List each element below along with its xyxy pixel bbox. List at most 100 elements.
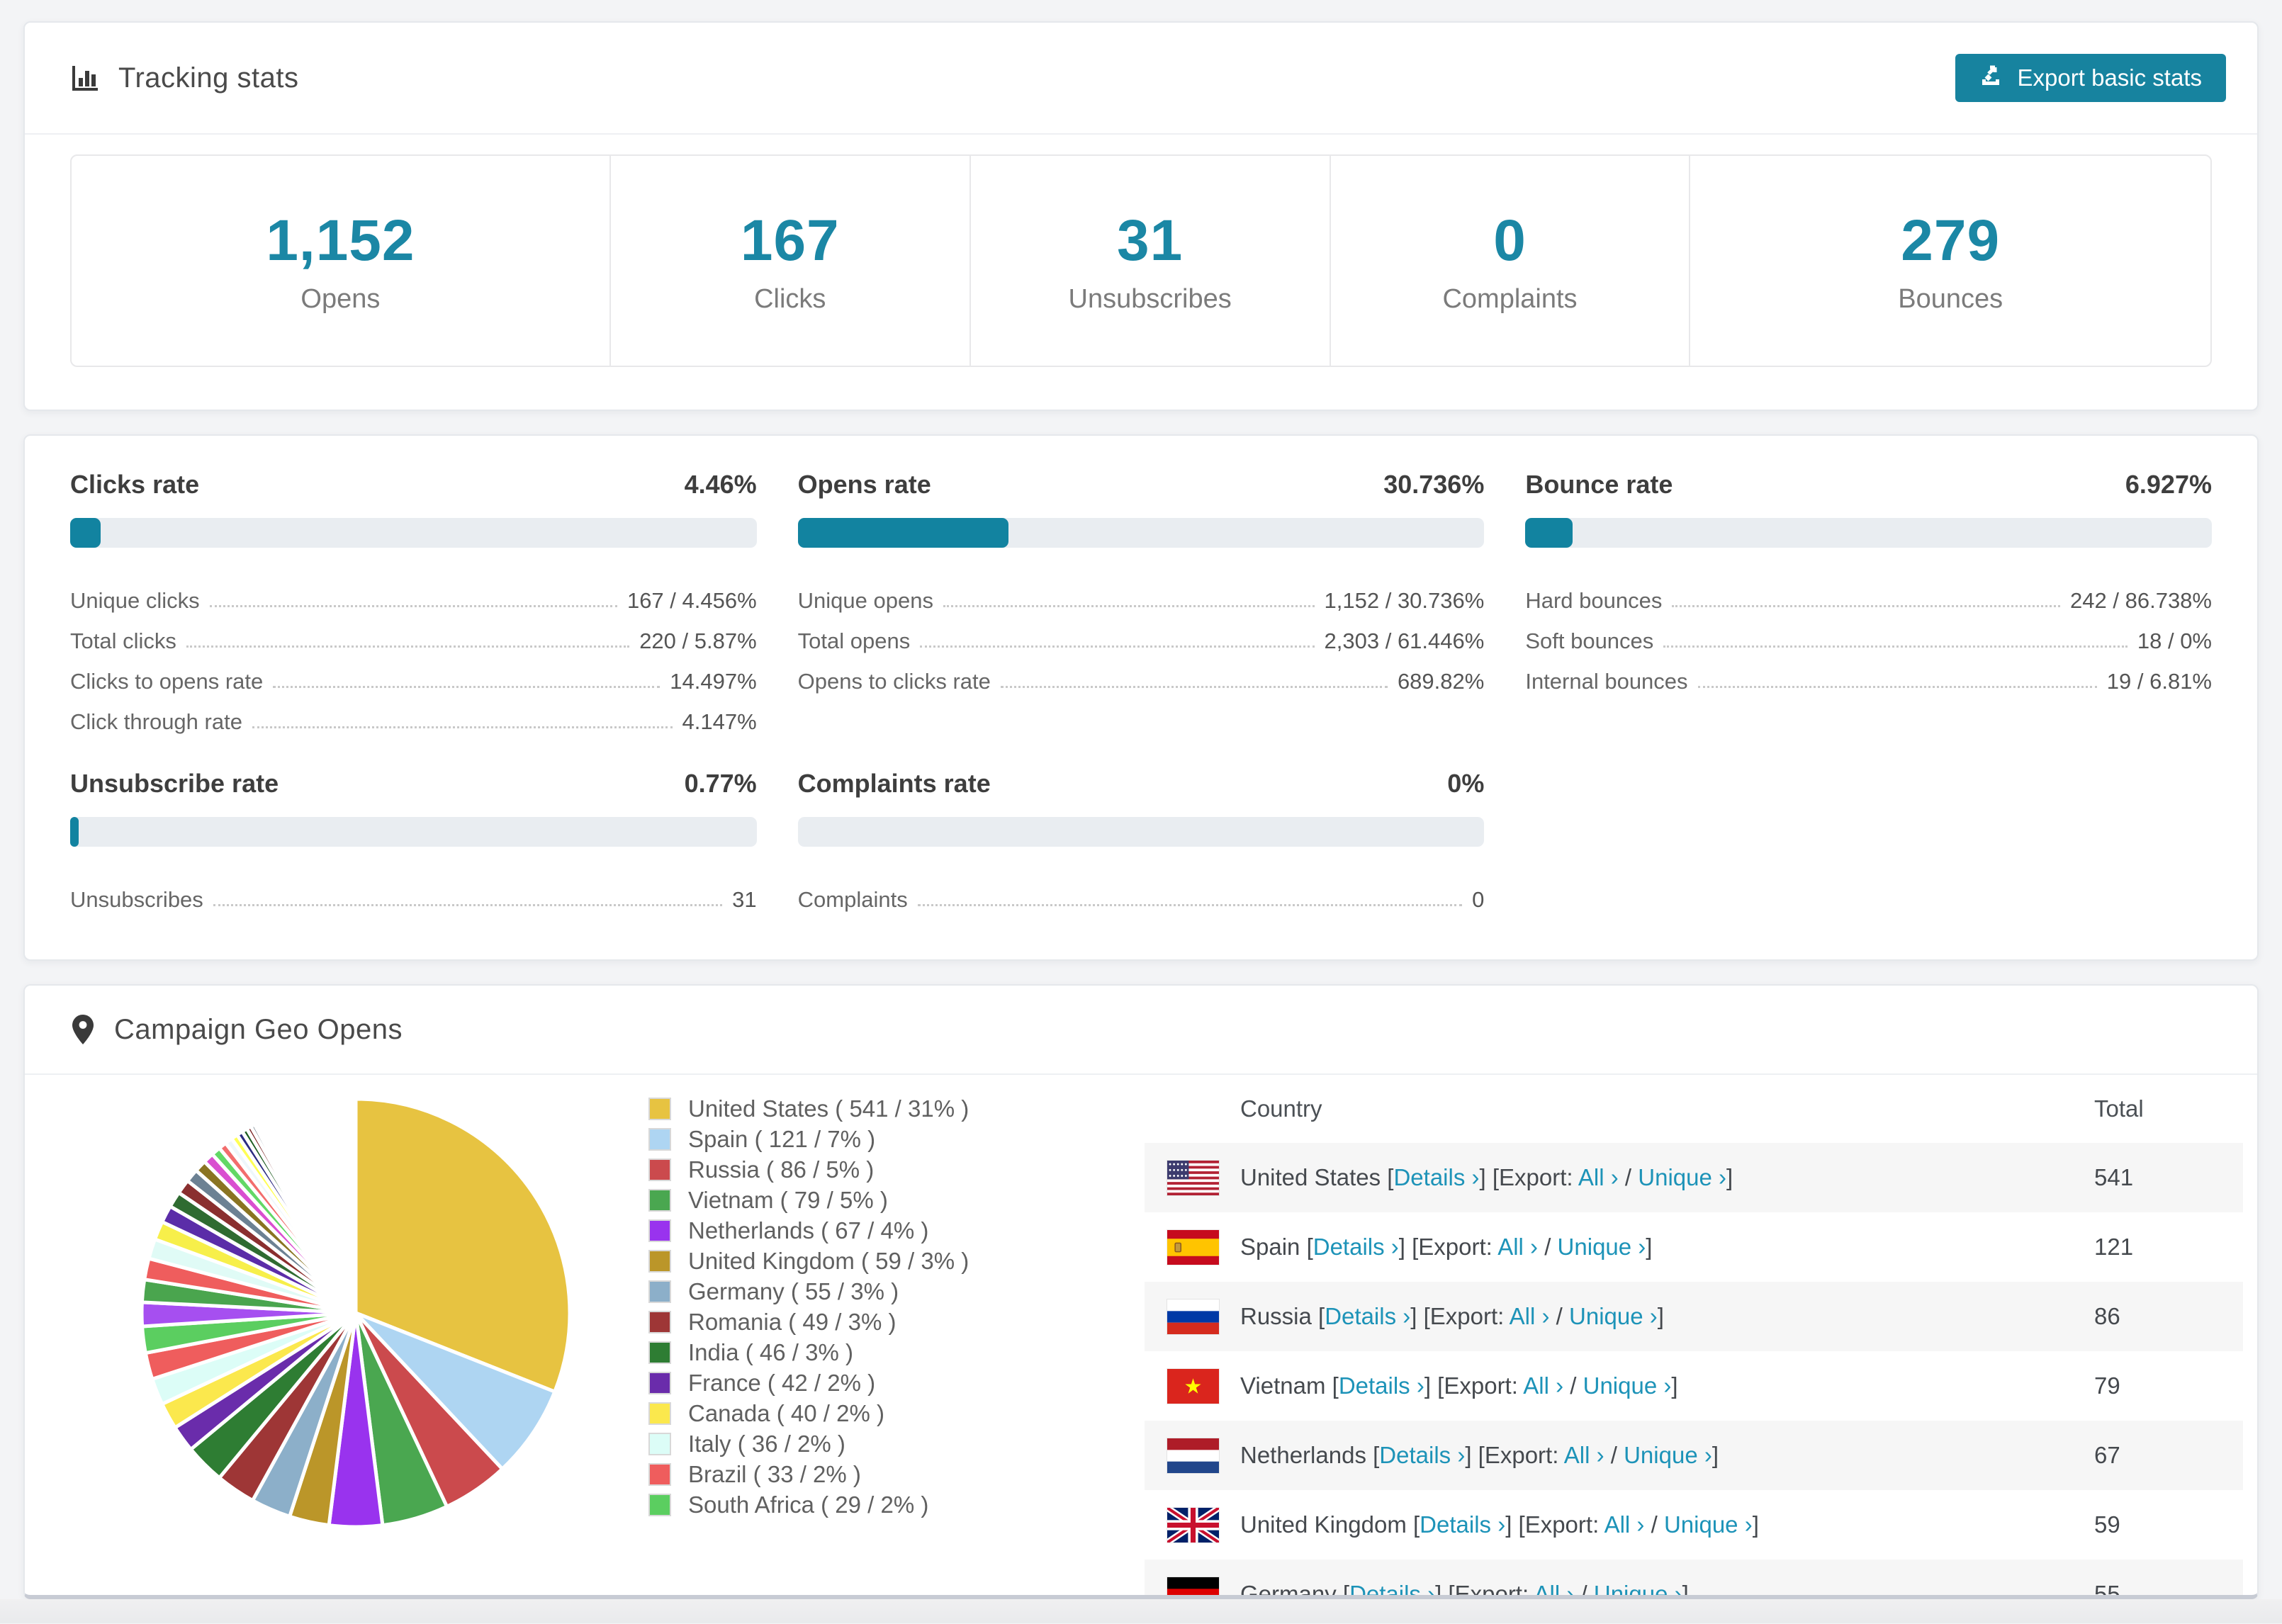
total-cell: 55	[2094, 1581, 2120, 1599]
rate-detail-value: 689.82%	[1397, 669, 1485, 694]
legend-item: Brazil ( 33 / 2% )	[648, 1459, 1145, 1489]
export-basic-stats-button[interactable]: Export basic stats	[1955, 54, 2226, 102]
legend-swatch	[648, 1127, 671, 1151]
rates-card: Clicks rate 4.46% Unique clicks 167 / 4.456…	[23, 434, 2259, 961]
rate-detail-row: Internal bounces 19 / 6.81%	[1525, 654, 2212, 694]
dotted-leader	[917, 904, 1463, 906]
rate-progress-bar	[797, 518, 1485, 548]
rate-panel-clicks-rate: Clicks rate 4.46% Unique clicks 167 / 4.456…	[70, 470, 757, 735]
dotted-leader	[943, 605, 1315, 607]
rate-detail-row: Unique opens 1,152 / 30.736%	[798, 573, 1485, 614]
details-link[interactable]: Details ›	[1393, 1164, 1479, 1190]
stat-bounces: 279 Bounces	[1689, 156, 2210, 366]
rate-detail-value: 0	[1472, 887, 1485, 912]
stat-value: 31	[1117, 208, 1184, 273]
legend-label: Netherlands ( 67 / 4% )	[688, 1217, 929, 1244]
rate-detail-row: Complaints 0	[798, 872, 1485, 913]
stat-clicks: 167 Clicks	[609, 156, 969, 366]
legend-label: United States ( 541 / 31% )	[688, 1095, 969, 1122]
rate-detail-label: Clicks to opens rate	[70, 669, 264, 694]
export-all-link[interactable]: All ›	[1523, 1372, 1563, 1399]
flag-nl-icon	[1167, 1438, 1219, 1473]
details-link[interactable]: Details ›	[1325, 1303, 1410, 1329]
rate-title: Unsubscribe rate	[70, 769, 279, 798]
legend-swatch	[648, 1280, 671, 1303]
rate-detail-label: Unsubscribes	[70, 887, 203, 912]
rate-detail-value: 2,303 / 61.446%	[1324, 628, 1485, 653]
map-pin-icon	[70, 1013, 96, 1046]
geo-table-row-ru: Russia [Details ›] [Export: All › / Uniq…	[1145, 1282, 2243, 1351]
legend-item: Spain ( 121 / 7% )	[648, 1124, 1145, 1154]
export-all-link[interactable]: All ›	[1497, 1234, 1538, 1260]
export-all-link[interactable]: All ›	[1604, 1511, 1645, 1538]
rate-detail-row: Total opens 2,303 / 61.446%	[798, 614, 1485, 654]
rate-detail-label: Internal bounces	[1525, 669, 1688, 694]
rate-progress-bar	[1525, 518, 2212, 548]
export-unique-link[interactable]: Unique ›	[1558, 1234, 1646, 1260]
export-all-link[interactable]: All ›	[1564, 1442, 1604, 1468]
country-cell: United Kingdom [Details ›] [Export: All …	[1240, 1511, 1759, 1538]
total-cell: 121	[2094, 1234, 2134, 1260]
legend-label: India ( 46 / 3% )	[688, 1338, 853, 1365]
dotted-leader	[1000, 686, 1388, 688]
page-title: Tracking stats	[118, 62, 299, 94]
rate-panel-opens-rate: Opens rate 30.736% Unique opens 1,152 / 30.…	[797, 470, 1485, 735]
stat-value: 167	[740, 208, 840, 273]
geo-content: United States ( 541 / 31% ) Spain ( 121 /…	[25, 1075, 2257, 1595]
flag-gb-icon	[1167, 1507, 1219, 1543]
legend-swatch	[648, 1158, 671, 1181]
rate-detail-row: Soft bounces 18 / 0%	[1525, 614, 2212, 654]
total-cell: 67	[2094, 1442, 2120, 1468]
export-unique-link[interactable]: Unique ›	[1638, 1164, 1726, 1190]
legend-label: Vietnam ( 79 / 5% )	[688, 1186, 888, 1213]
details-link[interactable]: Details ›	[1379, 1442, 1465, 1468]
stat-label: Unsubscribes	[1068, 283, 1232, 314]
legend-label: Canada ( 40 / 2% )	[688, 1399, 884, 1426]
flag-de-icon	[1167, 1577, 1219, 1595]
rate-detail-value: 4.147%	[682, 709, 757, 734]
dotted-leader	[1663, 645, 2128, 648]
legend-swatch	[648, 1249, 671, 1273]
details-link[interactable]: Details ›	[1339, 1372, 1424, 1399]
geo-table-row-de: Germany [Details ›] [Export: All › / Uni…	[1145, 1560, 2243, 1599]
country-name: Vietnam	[1240, 1372, 1326, 1399]
column-total: Total	[2094, 1095, 2144, 1122]
legend-label: South Africa ( 29 / 2% )	[688, 1491, 929, 1518]
flag-vn-icon	[1167, 1368, 1219, 1404]
rate-detail-value: 220 / 5.87%	[639, 628, 757, 653]
country-cell: Spain [Details ›] [Export: All › / Uniqu…	[1240, 1234, 1653, 1260]
country-name: Russia	[1240, 1303, 1312, 1329]
legend-label: United Kingdom ( 59 / 3% )	[688, 1247, 969, 1274]
export-icon	[1979, 62, 2005, 94]
export-all-link[interactable]: All ›	[1534, 1581, 1575, 1595]
legend-swatch	[648, 1310, 671, 1333]
geo-legend: United States ( 541 / 31% ) Spain ( 121 /…	[648, 1075, 1145, 1595]
rate-detail-row: Clicks to opens rate 14.497%	[70, 654, 757, 694]
rate-detail-label: Click through rate	[70, 709, 242, 734]
geo-table-row-nl: Netherlands [Details ›] [Export: All › /…	[1145, 1421, 2243, 1490]
export-all-link[interactable]: All ›	[1510, 1303, 1550, 1329]
details-link[interactable]: Details ›	[1420, 1511, 1505, 1538]
legend-swatch	[648, 1462, 671, 1486]
rate-detail-row: Click through rate 4.147%	[70, 694, 757, 735]
stat-label: Bounces	[1898, 283, 2003, 314]
dotted-leader	[213, 904, 723, 906]
export-unique-link[interactable]: Unique ›	[1594, 1581, 1682, 1595]
export-unique-link[interactable]: Unique ›	[1583, 1372, 1672, 1399]
export-unique-link[interactable]: Unique ›	[1569, 1303, 1658, 1329]
rate-value: 0%	[1447, 769, 1485, 798]
legend-item: India ( 46 / 3% )	[648, 1337, 1145, 1368]
export-unique-link[interactable]: Unique ›	[1624, 1442, 1712, 1468]
rate-detail-label: Unique clicks	[70, 588, 200, 613]
country-cell: Germany [Details ›] [Export: All › / Uni…	[1240, 1581, 2094, 1595]
details-link[interactable]: Details ›	[1349, 1581, 1435, 1595]
rate-detail-label: Total opens	[797, 628, 911, 653]
legend-item: Netherlands ( 67 / 4% )	[648, 1215, 1145, 1246]
export-all-link[interactable]: All ›	[1578, 1164, 1619, 1190]
rate-progress-bar	[797, 817, 1485, 847]
rate-detail-row: Unsubscribes 31	[70, 872, 757, 913]
rate-progress-bar	[70, 817, 757, 847]
export-unique-link[interactable]: Unique ›	[1664, 1511, 1753, 1538]
rate-detail-label: Unique opens	[797, 588, 933, 613]
details-link[interactable]: Details ›	[1313, 1234, 1399, 1260]
